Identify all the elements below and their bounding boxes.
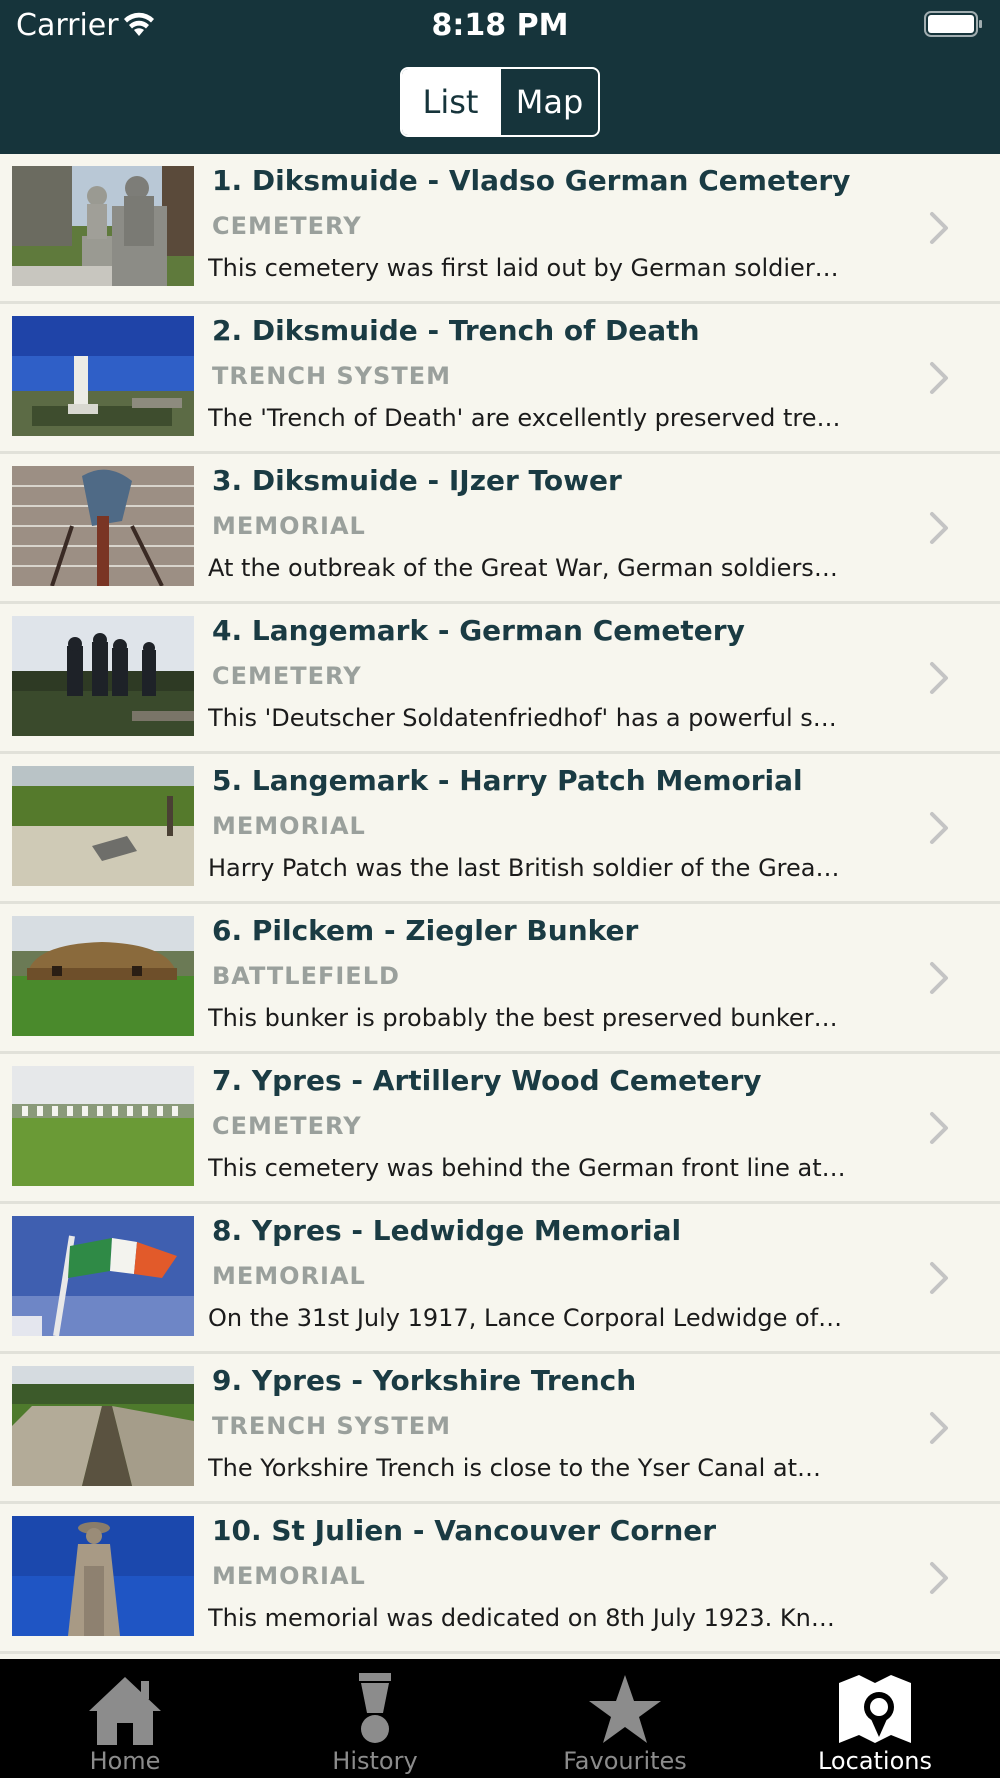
tab-home[interactable]: Home: [0, 1659, 250, 1778]
location-title: 8. Ypres - Ledwidge Memorial: [212, 1214, 682, 1247]
view-mode-segmented-control: List Map: [400, 67, 600, 137]
battery-icon: [924, 11, 982, 37]
location-thumbnail: [12, 1366, 194, 1486]
status-bar: Carrier 8:18 PM: [0, 0, 1000, 50]
location-title: 3. Diksmuide - IJzer Tower: [212, 464, 622, 497]
location-thumbnail: [12, 1066, 194, 1186]
tab-history-label: History: [332, 1747, 418, 1775]
tab-history[interactable]: History: [250, 1659, 500, 1778]
map-pin-icon: [839, 1675, 911, 1743]
location-description: The Yorkshire Trench is close to the Yse…: [208, 1454, 821, 1482]
location-category: MEMORIAL: [212, 812, 366, 840]
location-thumbnail: [12, 766, 194, 886]
star-icon: [589, 1675, 661, 1743]
location-category: CEMETERY: [212, 1112, 362, 1140]
location-thumbnail: [12, 916, 194, 1036]
tab-locations-label: Locations: [817, 1747, 932, 1775]
list-item[interactable]: 2. Diksmuide - Trench of Death TRENCH SY…: [0, 304, 1000, 454]
location-category: MEMORIAL: [212, 1562, 366, 1590]
location-category: CEMETERY: [212, 212, 362, 240]
chevron-right-icon: [930, 362, 948, 394]
location-title: 1. Diksmuide - Vladso German Cemetery: [212, 164, 851, 197]
location-category: BATTLEFIELD: [212, 962, 400, 990]
list-item[interactable]: 8. Ypres - Ledwidge Memorial MEMORIAL On…: [0, 1204, 1000, 1354]
location-title: 2. Diksmuide - Trench of Death: [212, 314, 700, 347]
list-item[interactable]: 9. Ypres - Yorkshire Trench TRENCH SYSTE…: [0, 1354, 1000, 1504]
map-segment[interactable]: Map: [499, 69, 598, 135]
location-description: At the outbreak of the Great War, German…: [208, 554, 838, 582]
header: Carrier 8:18 PM List Map: [0, 0, 1000, 154]
list-item[interactable]: 6. Pilckem - Ziegler Bunker BATTLEFIELD …: [0, 904, 1000, 1054]
location-title: 5. Langemark - Harry Patch Memorial: [212, 764, 803, 797]
chevron-right-icon: [930, 962, 948, 994]
list-item[interactable]: 4. Langemark - German Cemetery CEMETERY …: [0, 604, 1000, 754]
chevron-right-icon: [930, 1412, 948, 1444]
location-description: On the 31st July 1917, Lance Corporal Le…: [208, 1304, 843, 1332]
tab-home-label: Home: [89, 1747, 161, 1775]
list-item[interactable]: 5. Langemark - Harry Patch Memorial MEMO…: [0, 754, 1000, 904]
history-icon: [359, 1673, 391, 1743]
location-title: 9. Ypres - Yorkshire Trench: [212, 1364, 637, 1397]
list-item[interactable]: 10. St Julien - Vancouver Corner MEMORIA…: [0, 1504, 1000, 1654]
location-category: MEMORIAL: [212, 1262, 366, 1290]
location-description: This cemetery was behind the German fron…: [208, 1154, 846, 1182]
home-icon: [89, 1677, 161, 1745]
chevron-right-icon: [930, 1262, 948, 1294]
location-title: 4. Langemark - German Cemetery: [212, 614, 745, 647]
location-title: 10. St Julien - Vancouver Corner: [212, 1514, 717, 1547]
location-description: This memorial was dedicated on 8th July …: [208, 1604, 835, 1632]
chevron-right-icon: [930, 1112, 948, 1144]
location-description: This bunker is probably the best preserv…: [208, 1004, 838, 1032]
location-description: This cemetery was first laid out by Germ…: [208, 254, 839, 282]
location-title: 7. Ypres - Artillery Wood Cemetery: [212, 1064, 762, 1097]
chevron-right-icon: [930, 512, 948, 544]
location-thumbnail: [12, 1216, 194, 1336]
clock: 8:18 PM: [431, 8, 569, 43]
location-category: CEMETERY: [212, 662, 362, 690]
location-thumbnail: [12, 616, 194, 736]
location-category: TRENCH SYSTEM: [212, 362, 451, 390]
tab-bar: Home History Favourites Locations: [0, 1659, 1000, 1778]
chevron-right-icon: [930, 662, 948, 694]
location-description: The 'Trench of Death' are excellently pr…: [208, 404, 841, 432]
location-description: Harry Patch was the last British soldier…: [208, 854, 840, 882]
list-segment[interactable]: List: [402, 69, 499, 135]
location-description: This 'Deutscher Soldatenfriedhof' has a …: [208, 704, 837, 732]
location-thumbnail: [12, 1516, 194, 1636]
location-thumbnail: [12, 316, 194, 436]
chevron-right-icon: [930, 1562, 948, 1594]
location-thumbnail: [12, 466, 194, 586]
list-item[interactable]: 3. Diksmuide - IJzer Tower MEMORIAL At t…: [0, 454, 1000, 604]
list-item[interactable]: 7. Ypres - Artillery Wood Cemetery CEMET…: [0, 1054, 1000, 1204]
location-title: 6. Pilckem - Ziegler Bunker: [212, 914, 639, 947]
chevron-right-icon: [930, 812, 948, 844]
chevron-right-icon: [930, 212, 948, 244]
list-item[interactable]: 1. Diksmuide - Vladso German Cemetery CE…: [0, 154, 1000, 304]
locations-list[interactable]: 1. Diksmuide - Vladso German Cemetery CE…: [0, 154, 1000, 1659]
location-thumbnail: [12, 166, 194, 286]
location-category: TRENCH SYSTEM: [212, 1412, 451, 1440]
tab-favourites[interactable]: Favourites: [500, 1659, 750, 1778]
tab-locations[interactable]: Locations: [750, 1659, 1000, 1778]
location-category: MEMORIAL: [212, 512, 366, 540]
tab-favourites-label: Favourites: [563, 1747, 687, 1775]
